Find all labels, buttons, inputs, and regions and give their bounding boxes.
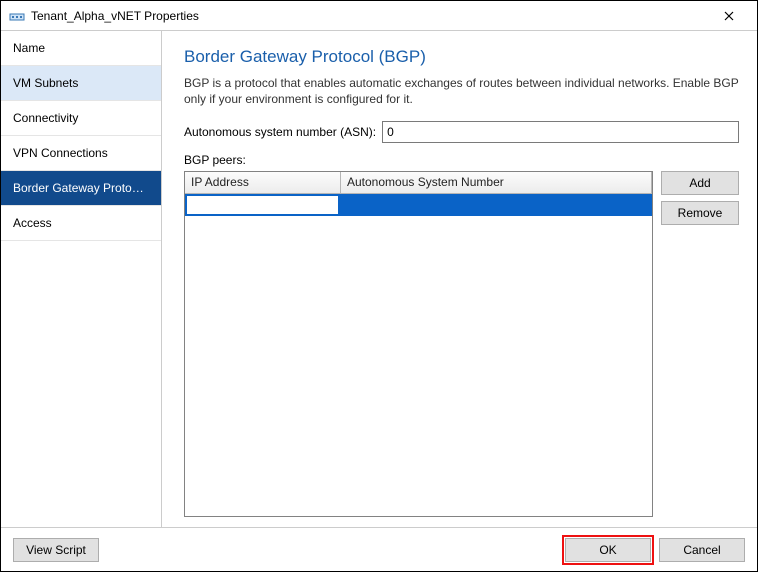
sidebar-item-bgp[interactable]: Border Gateway Protocol... xyxy=(1,171,161,206)
sidebar-header: Name xyxy=(1,31,161,66)
sidebar-item-access[interactable]: Access xyxy=(1,206,161,241)
peers-label: BGP peers: xyxy=(184,153,739,167)
peers-area: IP Address Autonomous System Number xyxy=(184,171,739,517)
button-label: Remove xyxy=(678,206,723,220)
sidebar-item-label: Connectivity xyxy=(13,111,78,125)
titlebar: Tenant_Alpha_vNET Properties xyxy=(1,1,757,31)
app-icon xyxy=(9,8,25,24)
page-description: BGP is a protocol that enables automatic… xyxy=(184,75,739,107)
asn-row: Autonomous system number (ASN): xyxy=(184,121,739,143)
grid-row[interactable] xyxy=(185,194,652,216)
button-label: OK xyxy=(599,543,616,557)
dialog-footer: View Script OK Cancel xyxy=(1,527,757,571)
view-script-button[interactable]: View Script xyxy=(13,538,99,562)
button-label: Add xyxy=(689,176,710,190)
close-button[interactable] xyxy=(709,2,749,30)
sidebar: Name VM Subnets Connectivity VPN Connect… xyxy=(1,31,162,527)
cancel-button[interactable]: Cancel xyxy=(659,538,745,562)
grid-body xyxy=(185,194,652,516)
button-label: View Script xyxy=(26,543,86,557)
sidebar-item-label: Access xyxy=(13,216,52,230)
sidebar-item-label: VM Subnets xyxy=(13,76,78,90)
sidebar-item-label: Border Gateway Protocol... xyxy=(13,181,157,195)
properties-window: Tenant_Alpha_vNET Properties Name VM Sub… xyxy=(0,0,758,572)
col-header-asn[interactable]: Autonomous System Number xyxy=(341,172,652,193)
cell-asn[interactable] xyxy=(341,194,652,216)
add-button[interactable]: Add xyxy=(661,171,739,195)
grid-header: IP Address Autonomous System Number xyxy=(185,172,652,194)
col-header-ip[interactable]: IP Address xyxy=(185,172,341,193)
ip-input[interactable] xyxy=(186,195,339,215)
window-title: Tenant_Alpha_vNET Properties xyxy=(31,9,709,23)
sidebar-item-vm-subnets[interactable]: VM Subnets xyxy=(1,66,161,101)
sidebar-item-vpn-connections[interactable]: VPN Connections xyxy=(1,136,161,171)
dialog-body: Name VM Subnets Connectivity VPN Connect… xyxy=(1,31,757,527)
asn-input[interactable] xyxy=(382,121,739,143)
content-pane: Border Gateway Protocol (BGP) BGP is a p… xyxy=(162,31,757,527)
grid-side-buttons: Add Remove xyxy=(661,171,739,517)
cell-ip[interactable] xyxy=(185,194,341,216)
asn-label: Autonomous system number (ASN): xyxy=(184,125,376,139)
remove-button[interactable]: Remove xyxy=(661,201,739,225)
page-title: Border Gateway Protocol (BGP) xyxy=(184,47,739,67)
sidebar-item-label: VPN Connections xyxy=(13,146,108,160)
close-icon xyxy=(724,11,734,21)
sidebar-item-connectivity[interactable]: Connectivity xyxy=(1,101,161,136)
button-label: Cancel xyxy=(683,543,720,557)
peers-grid: IP Address Autonomous System Number xyxy=(184,171,653,517)
ok-button[interactable]: OK xyxy=(565,538,651,562)
